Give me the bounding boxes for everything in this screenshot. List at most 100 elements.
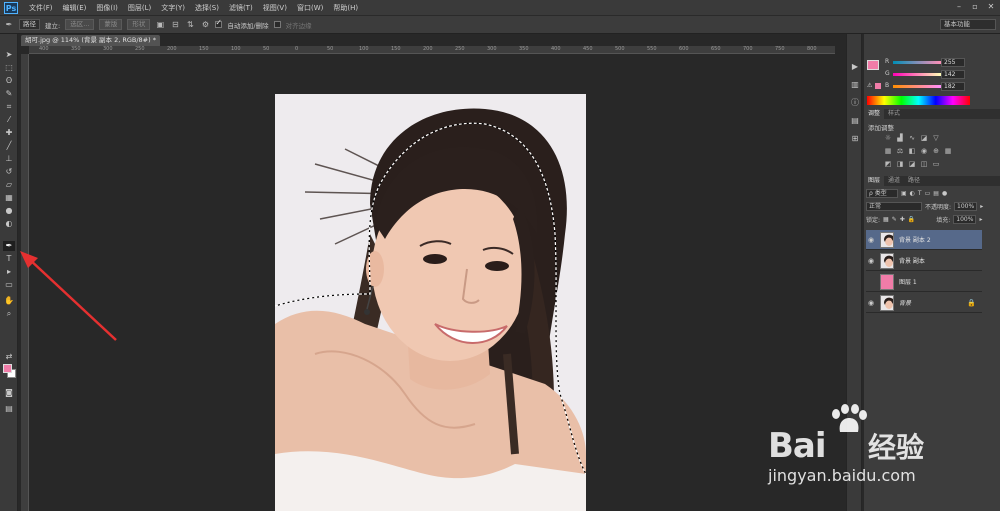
- document-tab[interactable]: 胡可.jpg @ 114% (背景 副本 2, RGB/8#) *: [21, 35, 160, 46]
- canvas-area[interactable]: [29, 54, 835, 511]
- menu-edit[interactable]: 编辑(E): [58, 3, 92, 13]
- vibrance-icon[interactable]: ▽: [932, 134, 940, 142]
- minimize-icon[interactable]: –: [954, 2, 964, 12]
- hand-tool-icon[interactable]: ✋: [3, 296, 15, 306]
- pen-mode-select[interactable]: 路径: [19, 19, 40, 30]
- type-tool-icon[interactable]: T: [3, 254, 15, 264]
- gradient-map-icon[interactable]: ▭: [932, 160, 940, 168]
- curves-icon[interactable]: ∿: [908, 134, 916, 142]
- path-arrangement-icon[interactable]: ⇅: [185, 20, 195, 30]
- document-photo[interactable]: [275, 94, 586, 511]
- eraser-tool-icon[interactable]: ▱: [3, 180, 15, 190]
- quick-mask-icon[interactable]: ◙: [3, 388, 15, 398]
- brush-presets-icon[interactable]: ▤: [850, 116, 860, 126]
- slider-g-track[interactable]: [893, 73, 941, 76]
- gear-icon[interactable]: ⚙: [200, 20, 210, 30]
- path-selection-tool-icon[interactable]: ▸: [3, 267, 15, 277]
- close-icon[interactable]: ✕: [986, 2, 996, 12]
- marquee-tool-icon[interactable]: ⬚: [3, 63, 15, 73]
- move-tool-icon[interactable]: ➤: [3, 50, 15, 60]
- posterize-icon[interactable]: ◨: [896, 160, 904, 168]
- slider-r-value[interactable]: 255: [941, 58, 965, 67]
- menu-type[interactable]: 文字(Y): [156, 3, 190, 13]
- visibility-eye-icon[interactable]: ◉: [866, 257, 876, 265]
- levels-icon[interactable]: ▟: [896, 134, 904, 142]
- tab-styles[interactable]: 样式: [884, 109, 904, 119]
- layer-kind-filter[interactable]: ρ 类型: [866, 188, 898, 198]
- tab-channels[interactable]: 通道: [884, 176, 904, 186]
- slider-g[interactable]: G 142: [867, 70, 999, 79]
- slider-r-track[interactable]: [893, 61, 941, 64]
- slider-b[interactable]: ⚠ B 182: [867, 82, 999, 91]
- filter-adjust-icon[interactable]: ◐: [910, 190, 915, 197]
- maximize-icon[interactable]: ▫: [970, 2, 980, 12]
- dodge-tool-icon[interactable]: ◐: [3, 219, 15, 229]
- slider-b-value[interactable]: 182: [941, 82, 965, 91]
- fill-input[interactable]: 100%: [953, 214, 977, 224]
- screen-mode-icon[interactable]: ▤: [3, 404, 15, 414]
- tab-paths[interactable]: 路径: [904, 176, 924, 186]
- color-spectrum[interactable]: [867, 96, 970, 105]
- slider-r[interactable]: R 255: [867, 58, 999, 67]
- filter-pixel-icon[interactable]: ▣: [901, 190, 907, 197]
- lasso-tool-icon[interactable]: ʘ: [3, 76, 15, 86]
- selection-button[interactable]: 选区...: [65, 19, 95, 30]
- lock-pixels-icon[interactable]: ✎: [892, 216, 897, 223]
- gamut-swatch[interactable]: [875, 83, 881, 89]
- play-icon[interactable]: ▶: [850, 62, 860, 72]
- info-icon[interactable]: ⓘ: [850, 98, 860, 108]
- menu-filter[interactable]: 滤镜(T): [224, 3, 258, 13]
- history-brush-tool-icon[interactable]: ↺: [3, 167, 15, 177]
- auto-add-delete-checkbox[interactable]: [215, 18, 223, 28]
- filter-shape-icon[interactable]: ▭: [925, 190, 931, 197]
- filter-toggle-icon[interactable]: ●: [942, 190, 947, 197]
- shape-tool-icon[interactable]: ▭: [3, 280, 15, 290]
- lock-transparent-icon[interactable]: ▦: [883, 216, 889, 223]
- visibility-eye-icon[interactable]: ◉: [866, 278, 876, 286]
- crop-tool-icon[interactable]: ⌗: [3, 102, 15, 112]
- foreground-color-swatch[interactable]: [3, 364, 12, 373]
- threshold-icon[interactable]: ◪: [908, 160, 916, 168]
- filter-smart-icon[interactable]: ▤: [933, 190, 939, 197]
- selective-color-icon[interactable]: ◫: [920, 160, 928, 168]
- visibility-eye-icon[interactable]: ◉: [866, 236, 876, 244]
- pen-tool-preset-icon[interactable]: ✒: [4, 20, 14, 30]
- zoom-tool-icon[interactable]: ⌕: [3, 309, 15, 319]
- menu-help[interactable]: 帮助(H): [328, 3, 363, 13]
- layer-row[interactable]: ◉ 背景 副本: [866, 251, 982, 271]
- pen-tool-icon[interactable]: ✒: [3, 241, 15, 251]
- channel-mixer-icon[interactable]: ⊕: [932, 147, 940, 155]
- color-lookup-icon[interactable]: ▦: [944, 147, 952, 155]
- swap-colors-icon[interactable]: ⇄: [3, 352, 15, 362]
- invert-icon[interactable]: ◩: [884, 160, 892, 168]
- slider-b-track[interactable]: [893, 85, 941, 88]
- hue-saturation-icon[interactable]: ▦: [884, 147, 892, 155]
- eyedropper-tool-icon[interactable]: ⁄: [3, 115, 15, 125]
- layer-row[interactable]: ◉ 背景 副本 2: [866, 230, 982, 250]
- healing-brush-tool-icon[interactable]: ✚: [3, 128, 15, 138]
- menu-window[interactable]: 窗口(W): [292, 3, 328, 13]
- tab-layers[interactable]: 图层: [864, 176, 885, 186]
- fill-dropdown-icon[interactable]: ▸: [979, 216, 982, 223]
- shape-button[interactable]: 形状: [127, 19, 151, 30]
- menu-file[interactable]: 文件(F): [24, 3, 58, 13]
- mask-button[interactable]: 蒙版: [99, 19, 123, 30]
- quick-select-tool-icon[interactable]: ✎: [3, 89, 15, 99]
- visibility-eye-icon[interactable]: ◉: [866, 299, 876, 307]
- tab-adjustments[interactable]: 调整: [864, 109, 885, 119]
- menu-layer[interactable]: 图层(L): [123, 3, 156, 13]
- color-balance-icon[interactable]: ⚖: [896, 147, 904, 155]
- lock-position-icon[interactable]: ✚: [900, 216, 905, 223]
- black-white-icon[interactable]: ◧: [908, 147, 916, 155]
- photo-filter-icon[interactable]: ◉: [920, 147, 928, 155]
- layer-row[interactable]: ◉ 背景 🔒: [866, 293, 982, 313]
- align-edges-checkbox[interactable]: [273, 21, 281, 28]
- opacity-input[interactable]: 100%: [954, 201, 978, 211]
- blur-tool-icon[interactable]: ●: [3, 206, 15, 216]
- layer-row[interactable]: ◉ 图层 1: [866, 272, 982, 292]
- workspace-select[interactable]: 基本功能: [940, 19, 996, 30]
- path-alignment-icon[interactable]: ⊟: [170, 20, 180, 30]
- menu-image[interactable]: 图像(I): [91, 3, 123, 13]
- brush-tool-icon[interactable]: ╱: [3, 141, 15, 151]
- clone-source-icon[interactable]: ⊞: [850, 134, 860, 144]
